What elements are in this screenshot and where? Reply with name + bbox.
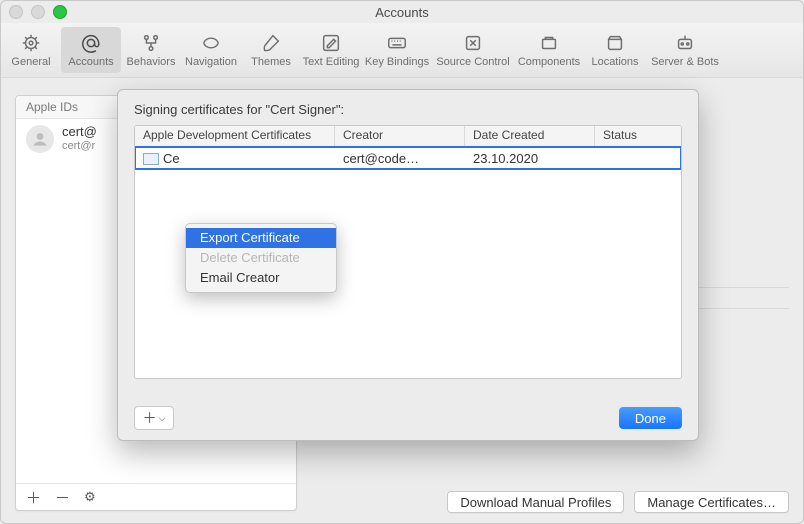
table-header: Apple Development Certificates Creator D… [135,126,681,147]
plus-icon: ＋ [143,408,157,428]
components-icon [538,32,560,54]
col-date-created[interactable]: Date Created [465,126,595,146]
tab-locations[interactable]: Locations [585,27,645,73]
preferences-toolbar: General Accounts Behaviors Navigation Th… [1,23,803,78]
right-panel-buttons: Download Manual Profiles Manage Certific… [309,491,789,513]
tab-label: Locations [591,56,638,68]
menu-delete-certificate: Delete Certificate [186,248,336,268]
cell-date: 23.10.2020 [465,151,595,166]
col-creator[interactable]: Creator [335,126,465,146]
tab-key-bindings[interactable]: Key Bindings [361,27,433,73]
brush-icon [260,32,282,54]
cell-certificate: Ce [135,151,335,166]
titlebar: Accounts [1,1,803,23]
account-sub: cert@r [62,139,97,153]
disk-icon [604,32,626,54]
sidepanel-footer: ＋ － ⚙ [16,483,296,510]
at-icon [80,32,102,54]
tab-label: General [11,56,50,68]
chevron-down-icon: ⌵ [159,413,166,424]
manage-certificates-button[interactable]: Manage Certificates… [634,491,789,513]
col-certificate[interactable]: Apple Development Certificates [135,126,335,146]
keyboard-icon [386,32,408,54]
cell-creator: cert@code… [335,151,465,166]
tab-general[interactable]: General [1,27,61,73]
certificate-icon [143,153,159,165]
tab-server-bots[interactable]: Server & Bots [645,27,725,73]
behaviors-icon [140,32,162,54]
remove-account-button[interactable]: － [55,487,70,508]
tab-label: Key Bindings [365,56,429,68]
preferences-window: Accounts General Accounts Behaviors Navi… [0,0,804,524]
tab-navigation[interactable]: Navigation [181,27,241,73]
col-status[interactable]: Status [595,126,681,146]
sheet-footer: ＋ ⌵ Done [134,406,682,430]
avatar-icon [26,125,54,153]
add-account-button[interactable]: ＋ [26,487,41,508]
tab-components[interactable]: Components [513,27,585,73]
download-profiles-button[interactable]: Download Manual Profiles [447,491,624,513]
menu-email-creator[interactable]: Email Creator [186,268,336,288]
bot-icon [674,32,696,54]
account-text: cert@ cert@r [62,125,97,153]
tab-label: Server & Bots [651,56,719,68]
tab-label: Behaviors [127,56,176,68]
tab-label: Navigation [185,56,237,68]
tab-label: Themes [251,56,291,68]
source-control-icon [462,32,484,54]
body: Apple IDs cert@ cert@r ＋ － ⚙ Download Ma… [1,73,803,523]
window-title: Accounts [1,5,803,20]
menu-export-certificate[interactable]: Export Certificate [186,228,336,248]
tab-label: Accounts [68,56,113,68]
table-row[interactable]: Ce cert@code… 23.10.2020 [135,147,681,169]
tab-source-control[interactable]: Source Control [433,27,513,73]
edit-icon [320,32,342,54]
navigation-icon [200,32,222,54]
done-button[interactable]: Done [619,407,682,429]
sheet-title: Signing certificates for "Cert Signer": [118,90,698,125]
cert-name-fragment: Ce [163,151,180,166]
tab-text-editing[interactable]: Text Editing [301,27,361,73]
tab-behaviors[interactable]: Behaviors [121,27,181,73]
account-email: cert@ [62,125,97,139]
tab-themes[interactable]: Themes [241,27,301,73]
tab-label: Text Editing [303,56,360,68]
tab-label: Components [518,56,580,68]
add-certificate-button[interactable]: ＋ ⌵ [134,406,174,430]
tab-label: Source Control [436,56,509,68]
account-actions-button[interactable]: ⚙ [84,489,96,505]
gear-icon [20,32,42,54]
certificate-context-menu: Export Certificate Delete Certificate Em… [185,223,337,293]
tab-accounts[interactable]: Accounts [61,27,121,73]
